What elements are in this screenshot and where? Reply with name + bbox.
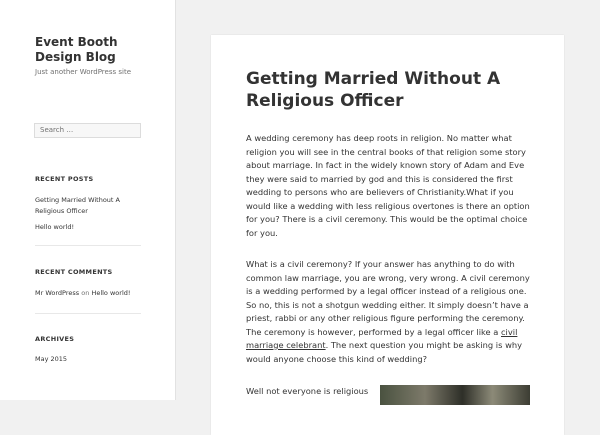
search-input[interactable]: Search …	[34, 123, 141, 138]
comment-on-label: on	[81, 289, 90, 297]
post-paragraph: What is a civil ceremony? If your answer…	[246, 258, 536, 366]
archives-heading: ARCHIVES	[35, 335, 75, 343]
recent-post-link[interactable]: Hello world!	[35, 222, 74, 233]
recent-comments-heading: RECENT COMMENTS	[35, 268, 113, 276]
sidebar: Event Booth Design Blog Just another Wor…	[0, 0, 176, 400]
comment-post-link[interactable]: Hello world!	[91, 289, 130, 297]
recent-posts-heading: RECENT POSTS	[35, 175, 94, 183]
post-paragraph: A wedding ceremony has deep roots in rel…	[246, 133, 530, 238]
widget-divider	[35, 245, 141, 246]
wedding-photo	[380, 385, 530, 405]
comment-author-link[interactable]: Mr WordPress	[35, 289, 79, 297]
paragraph-text: What is a civil ceremony? If your answer…	[246, 259, 530, 337]
archive-link[interactable]: May 2015	[35, 354, 67, 365]
site-description: Just another WordPress site	[35, 68, 132, 76]
site-title[interactable]: Event Booth Design Blog	[35, 35, 155, 65]
recent-post-link[interactable]: Getting Married Without A Religious Offi…	[35, 195, 135, 217]
recent-comment: Mr WordPress on Hello world!	[35, 288, 130, 299]
widget-divider	[35, 313, 141, 314]
post-paragraph: Well not everyone is religious	[246, 386, 369, 396]
post-title[interactable]: Getting Married Without A Religious Offi…	[246, 68, 546, 112]
post-article: Getting Married Without A Religious Offi…	[211, 35, 564, 435]
